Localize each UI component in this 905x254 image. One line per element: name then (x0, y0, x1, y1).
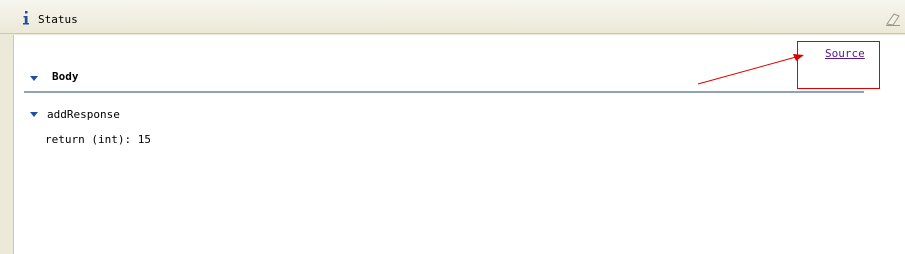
section-divider (24, 91, 864, 93)
chevron-down-icon[interactable] (29, 75, 39, 83)
panel-titlebar: Status (0, 0, 905, 34)
panel-title: Status (38, 13, 78, 26)
info-icon (23, 11, 29, 25)
status-panel: Status Source Body addResponse return (i… (0, 0, 905, 254)
response-label: addResponse (47, 108, 120, 121)
return-value: return (int): 15 (45, 133, 151, 146)
source-link[interactable]: Source (825, 47, 865, 61)
body-section-label: Body (52, 70, 79, 83)
status-content: Source Body addResponse return (int): 15 (13, 35, 905, 254)
eraser-icon[interactable] (885, 12, 901, 26)
chevron-down-icon[interactable] (29, 111, 39, 119)
